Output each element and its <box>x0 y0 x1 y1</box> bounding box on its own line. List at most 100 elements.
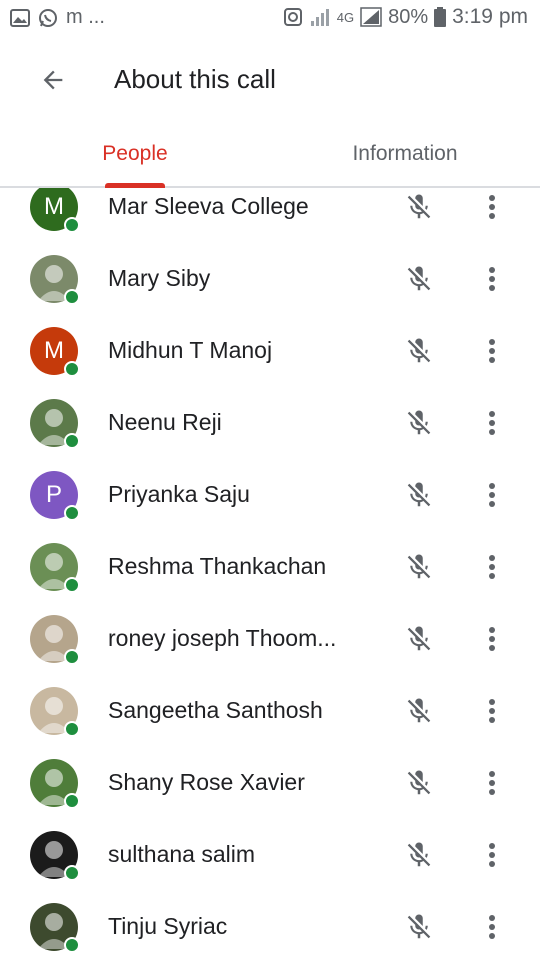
network-type: 4G <box>336 9 355 25</box>
participant-name: Priyanka Saju <box>108 481 250 507</box>
status-left-text: m ... <box>66 6 105 28</box>
mute-status-button[interactable] <box>400 261 438 297</box>
more-options-button[interactable] <box>476 261 508 297</box>
mute-status-button[interactable] <box>400 909 438 945</box>
mic-off-icon <box>407 554 431 579</box>
more-vert-icon <box>489 843 495 867</box>
mute-status-button[interactable] <box>400 621 438 657</box>
participant-row[interactable]: Tinju Syriac <box>0 891 540 960</box>
page-title: About this call <box>114 64 276 94</box>
whatsapp-icon <box>39 8 57 27</box>
tab-information[interactable]: Information <box>330 122 480 186</box>
tab-people[interactable]: People <box>60 122 210 186</box>
more-vert-icon <box>489 411 495 435</box>
participant-row[interactable]: Mary Siby <box>0 243 540 315</box>
mic-off-icon <box>407 482 431 507</box>
online-status-dot <box>64 721 80 737</box>
battery-percent: 80% <box>388 5 429 28</box>
mic-off-icon <box>407 770 431 795</box>
back-button[interactable] <box>30 60 76 100</box>
mic-off-icon <box>407 698 431 723</box>
mic-off-icon <box>407 914 431 939</box>
participant-name: Mar Sleeva College <box>108 193 309 219</box>
participant-name: Sangeetha Santhosh <box>108 697 323 723</box>
mic-off-icon <box>407 338 431 363</box>
online-status-dot <box>64 361 80 377</box>
more-vert-icon <box>489 195 495 219</box>
participant-row[interactable]: Neenu Reji <box>0 387 540 459</box>
more-vert-icon <box>489 555 495 579</box>
avatar-initial: M <box>44 337 64 364</box>
mic-off-icon <box>407 194 431 219</box>
participant-row[interactable]: roney joseph Thoom... <box>0 603 540 675</box>
more-options-button[interactable] <box>476 549 508 585</box>
image-icon <box>10 8 30 27</box>
mute-status-button[interactable] <box>400 765 438 801</box>
online-status-dot <box>64 289 80 305</box>
online-status-dot <box>64 793 80 809</box>
tab-bar: People Information <box>0 122 540 188</box>
more-vert-icon <box>489 915 495 939</box>
more-options-button[interactable] <box>476 333 508 369</box>
mute-status-button[interactable] <box>400 693 438 729</box>
participant-name: sulthana salim <box>108 841 256 867</box>
vibrate-icon <box>283 8 302 26</box>
more-vert-icon <box>489 627 495 651</box>
online-status-dot <box>64 505 80 521</box>
participant-name: roney joseph Thoom... <box>108 625 337 651</box>
participant-row[interactable]: Shany Rose Xavier <box>0 747 540 819</box>
participant-row[interactable]: sulthana salim <box>0 819 540 891</box>
more-vert-icon <box>489 267 495 291</box>
participant-row[interactable]: Reshma Thankachan <box>0 531 540 603</box>
more-vert-icon <box>489 699 495 723</box>
mute-status-button[interactable] <box>400 189 438 225</box>
more-vert-icon <box>489 339 495 363</box>
online-status-dot <box>64 217 80 233</box>
mic-off-icon <box>407 842 431 867</box>
more-options-button[interactable] <box>476 477 508 513</box>
avatar-initial: M <box>44 193 64 220</box>
participant-name: Mary Siby <box>108 265 211 291</box>
mic-off-icon <box>407 626 431 651</box>
online-status-dot <box>64 649 80 665</box>
participant-name: Reshma Thankachan <box>108 553 327 579</box>
more-options-button[interactable] <box>476 621 508 657</box>
more-options-button[interactable] <box>476 189 508 225</box>
app-bar: About this call <box>0 36 540 122</box>
more-options-button[interactable] <box>476 405 508 441</box>
signal-icon <box>310 9 329 26</box>
more-options-button[interactable] <box>476 837 508 873</box>
online-status-dot <box>64 577 80 593</box>
participant-row[interactable]: M Midhun T Manoj <box>0 315 540 387</box>
more-options-button[interactable] <box>476 693 508 729</box>
mute-status-button[interactable] <box>400 405 438 441</box>
participant-name: Tinju Syriac <box>108 913 228 939</box>
more-options-button[interactable] <box>476 765 508 801</box>
arrow-back-icon <box>43 70 63 90</box>
battery-icon <box>434 7 447 27</box>
status-bar: m ... 4G 80% 3:19 pm <box>0 0 540 36</box>
mute-status-button[interactable] <box>400 549 438 585</box>
online-status-dot <box>64 433 80 449</box>
mic-off-icon <box>407 266 431 291</box>
participant-list[interactable]: M Mar Sleeva College Mary Siby M Midhun T Ma… <box>0 188 540 960</box>
online-status-dot <box>64 865 80 881</box>
participant-row[interactable]: P Priyanka Saju <box>0 459 540 531</box>
mute-status-button[interactable] <box>400 333 438 369</box>
participant-row[interactable]: Sangeetha Santhosh <box>0 675 540 747</box>
participant-name: Midhun T Manoj <box>108 337 273 363</box>
mute-status-button[interactable] <box>400 477 438 513</box>
status-bar-system: 4G 80% 3:19 pm <box>283 5 528 29</box>
participant-name: Neenu Reji <box>108 409 222 435</box>
status-bar-notifications: m ... <box>10 6 105 29</box>
clock: 3:19 pm <box>452 5 528 28</box>
more-options-button[interactable] <box>476 909 508 945</box>
participant-name: Shany Rose Xavier <box>108 769 305 795</box>
mute-status-button[interactable] <box>400 837 438 873</box>
more-vert-icon <box>489 483 495 507</box>
signal-strength-icon <box>360 7 382 27</box>
participant-row[interactable]: M Mar Sleeva College <box>0 188 540 243</box>
online-status-dot <box>64 937 80 953</box>
more-vert-icon <box>489 771 495 795</box>
mic-off-icon <box>407 410 431 435</box>
